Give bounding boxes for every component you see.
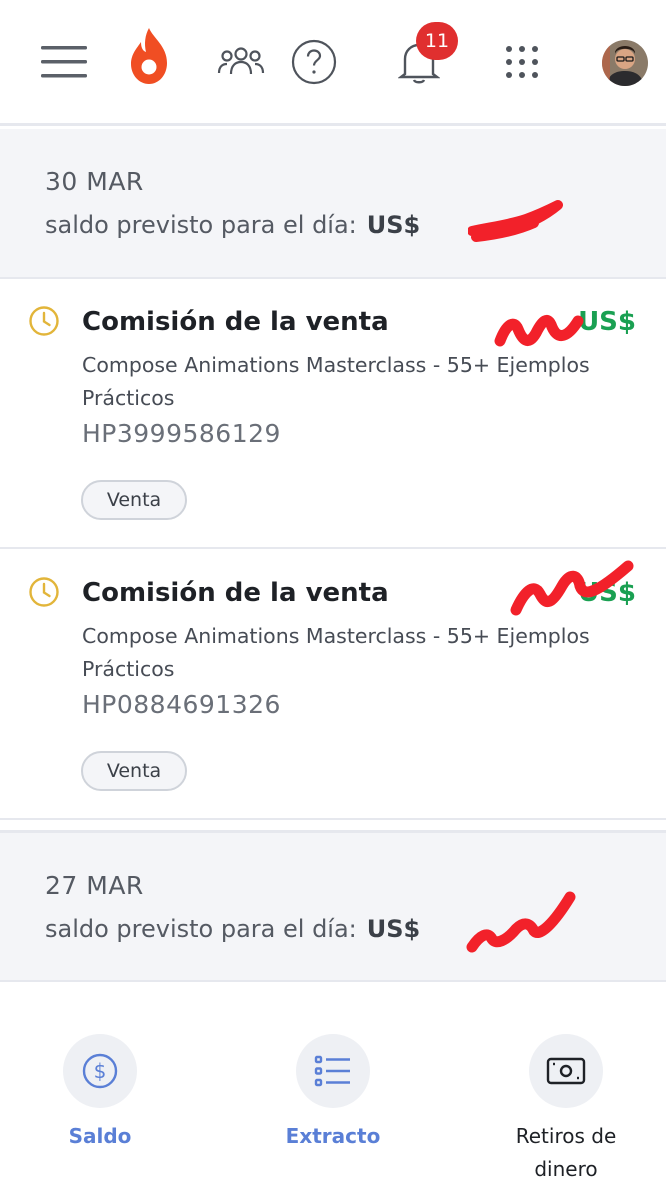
nav-retiros[interactable]: Retiros de dinero — [476, 1034, 656, 1186]
forecast-balance-label: saldo previsto para el día: — [45, 915, 357, 943]
day-header: 30 MAR saldo previsto para el día: US$ — [0, 129, 666, 279]
transaction-row[interactable]: Comisión de la venta US$ Compose Animati… — [0, 550, 666, 820]
hotmart-flame-logo[interactable] — [124, 24, 174, 88]
nav-extracto-label: Extracto — [285, 1124, 381, 1148]
redaction-scribble — [466, 891, 576, 953]
banknote-icon — [546, 1057, 586, 1085]
redaction-scribble — [494, 315, 584, 347]
day-date: 27 MAR — [45, 871, 144, 900]
top-app-bar: 11 — [0, 0, 666, 126]
nav-retiros-label: Retiros de dinero — [515, 1124, 617, 1181]
nav-saldo[interactable]: $ Saldo — [10, 1034, 190, 1153]
redaction-scribble — [468, 200, 563, 242]
redaction-scribble — [510, 560, 634, 616]
list-icon — [314, 1055, 350, 1087]
transaction-type-chip: Venta — [81, 751, 187, 791]
nav-extracto-icon-wrap — [296, 1034, 370, 1108]
nav-retiros-icon-wrap — [529, 1034, 603, 1108]
nav-saldo-icon-wrap: $ — [63, 1034, 137, 1108]
user-avatar[interactable] — [602, 40, 648, 86]
people-icon[interactable] — [214, 36, 268, 88]
apps-grid-icon[interactable] — [500, 36, 544, 88]
forecast-balance: saldo previsto para el día: US$ — [45, 211, 420, 239]
transaction-product: Compose Animations Masterclass - 55+ Eje… — [82, 353, 590, 410]
menu-icon[interactable] — [40, 36, 88, 88]
forecast-balance-amount: US$ — [366, 915, 421, 943]
day-header: 27 MAR saldo previsto para el día: US$ — [0, 830, 666, 982]
svg-text:$: $ — [94, 1059, 107, 1083]
transaction-title: Comisión de la venta — [82, 578, 389, 608]
transaction-code: HP0884691326 — [82, 690, 281, 719]
transaction-row[interactable]: Comisión de la venta US$ Compose Animati… — [0, 279, 666, 549]
transaction-code: HP3999586129 — [82, 419, 281, 448]
transaction-type-chip: Venta — [81, 480, 187, 520]
forecast-balance: saldo previsto para el día: US$ — [45, 915, 420, 943]
day-date: 30 MAR — [45, 167, 144, 196]
notification-badge[interactable]: 11 — [416, 22, 458, 60]
forecast-balance-amount: US$ — [366, 211, 421, 239]
pending-clock-icon — [29, 577, 59, 607]
nav-extracto[interactable]: Extracto — [243, 1034, 423, 1153]
bottom-navigation: $ Saldo Extracto Retiros de dinero — [0, 982, 666, 1200]
pending-clock-icon — [29, 306, 59, 336]
dollar-circle-icon: $ — [82, 1053, 118, 1089]
transaction-title: Comisión de la venta — [82, 307, 389, 337]
transaction-product: Compose Animations Masterclass - 55+ Eje… — [82, 624, 590, 681]
nav-saldo-label: Saldo — [68, 1124, 132, 1148]
forecast-balance-label: saldo previsto para el día: — [45, 211, 357, 239]
help-icon[interactable] — [290, 36, 338, 88]
